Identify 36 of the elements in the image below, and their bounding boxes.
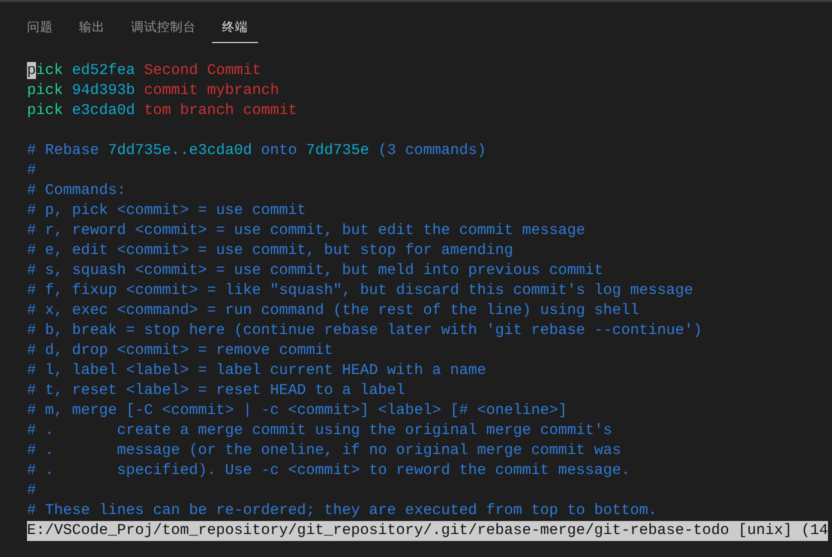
- panel-tab[interactable]: 问题: [17, 15, 63, 43]
- comment-text: # . specified). Use -c <commit> to reword the commit message.: [27, 462, 630, 479]
- comment-text: # e, edit <commit> = use commit, but stop for amending: [27, 242, 514, 259]
- comment-text: # . message (or the oneline, if no original merge commit was: [27, 442, 622, 459]
- commit-hash: e3cda0d: [72, 102, 136, 119]
- commit-message: commit mybranch: [144, 82, 280, 99]
- commit-message: tom branch commit: [144, 102, 298, 119]
- comment-text: #: [27, 162, 36, 179]
- comment-text: # b, break = stop here (continue rebase later with 'git rebase --continue'): [27, 322, 702, 339]
- comment-text: # . create a merge commit using the original merge commit's: [27, 422, 612, 439]
- commit-hash: ed52fea: [72, 62, 136, 79]
- comment-text: (3 commands): [377, 142, 486, 159]
- comment-text: # s, squash <commit> = use commit, but meld into previous commit: [27, 262, 604, 279]
- panel-tab[interactable]: 终端: [212, 15, 258, 43]
- comment-text: # l, label <label> = label current HEAD with a name: [27, 362, 486, 379]
- comment-text: # d, drop <commit> = remove commit: [27, 342, 334, 359]
- comment-text: # x, exec <command> = run command (the rest of the line) using shell: [27, 302, 640, 319]
- comment-text: #: [27, 482, 36, 499]
- comment-text: # Rebase: [27, 142, 100, 159]
- comment-text: # Commands:: [27, 182, 126, 199]
- commit-hash: 7dd735e..e3cda0d: [108, 142, 252, 159]
- comment-text: # These lines can be re-ordered; they are executed from top to bottom.: [27, 502, 658, 519]
- comment-text: # m, merge [-C <commit> | -c <commit>] <label> [# <oneline>]: [27, 402, 568, 419]
- command-keyword: pick: [27, 82, 64, 99]
- panel-tab[interactable]: 调试控制台: [121, 15, 206, 43]
- commit-message: Second Commit: [144, 62, 262, 79]
- command-keyword: pick: [27, 62, 64, 79]
- comment-text: # t, reset <label> = reset HEAD to a label: [27, 382, 406, 399]
- comment-text: # f, fixup <commit> = like "squash", but discard this commit's log message: [27, 282, 694, 299]
- comment-text: onto: [260, 142, 298, 159]
- panel-tab[interactable]: 输出: [69, 15, 115, 43]
- commit-hash: 7dd735e: [306, 142, 370, 159]
- command-keyword: pick: [27, 102, 64, 119]
- comment-text: # p, pick <commit> = use commit: [27, 202, 306, 219]
- commit-hash: 94d393b: [72, 82, 136, 99]
- comment-text: # r, reword <commit> = use commit, but edit the commit message: [27, 222, 586, 239]
